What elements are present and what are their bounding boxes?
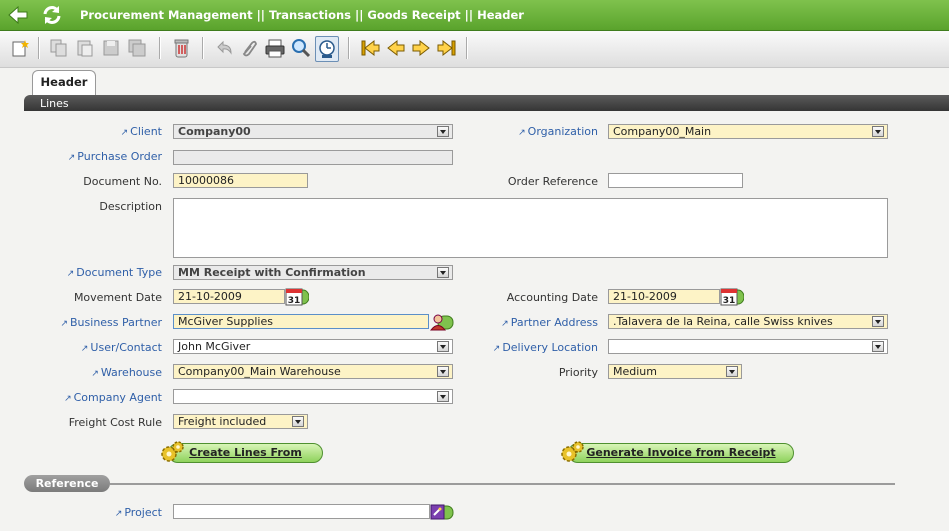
generate-invoice-label: Generate Invoice from Receipt (586, 446, 776, 459)
document-no-label: Document No. (83, 175, 162, 188)
client-label[interactable]: Client (22, 125, 162, 138)
company-agent-dropdown-icon[interactable] (437, 391, 449, 402)
section-divider (110, 483, 895, 485)
organization-label[interactable]: Organization (458, 125, 598, 138)
document-type-select[interactable]: MM Receipt with Confirmation (173, 265, 453, 280)
svg-text:31: 31 (723, 296, 736, 306)
back-arrow-icon[interactable] (6, 3, 32, 27)
generate-invoice-button[interactable]: Generate Invoice from Receipt (568, 443, 794, 463)
save-icon (100, 36, 122, 60)
movement-date-field[interactable]: 21-10-2009 (173, 289, 285, 304)
delivery-location-label[interactable]: Delivery Location (458, 341, 598, 354)
undo-icon (213, 36, 235, 60)
save-all-icon (126, 36, 148, 60)
svg-text:31: 31 (288, 296, 301, 306)
breadcrumb: Procurement Management || Transactions |… (80, 8, 524, 22)
copy-icon (48, 36, 70, 60)
freight-cost-rule-select[interactable]: Freight included (173, 414, 308, 429)
accounting-date-label: Accounting Date (506, 291, 598, 304)
next-record-icon[interactable] (410, 36, 432, 60)
warehouse-dropdown-icon[interactable] (437, 366, 449, 377)
delivery-location-select[interactable] (608, 339, 888, 354)
movement-date-label: Movement Date (73, 291, 162, 304)
previous-record-icon[interactable] (385, 36, 407, 60)
calendar-icon[interactable]: 31 (720, 287, 745, 306)
warehouse-select[interactable]: Company00_Main Warehouse (173, 364, 453, 379)
company-agent-label[interactable]: Company Agent (22, 391, 162, 404)
last-record-icon[interactable] (436, 36, 458, 60)
document-type-dropdown-icon[interactable] (437, 267, 449, 278)
delivery-location-dropdown-icon[interactable] (872, 341, 884, 352)
new-record-icon[interactable] (9, 36, 31, 60)
tab-lines[interactable]: Lines (24, 95, 949, 111)
audit-icon[interactable] (315, 36, 339, 62)
partner-address-label[interactable]: Partner Address (458, 316, 598, 329)
priority-label: Priority (558, 366, 598, 379)
document-type-label[interactable]: Document Type (22, 266, 162, 279)
project-field[interactable] (173, 504, 430, 519)
business-partner-field[interactable]: McGiver Supplies (173, 314, 429, 329)
print-icon[interactable] (264, 36, 286, 60)
user-contact-dropdown-icon[interactable] (437, 341, 449, 352)
reference-section-toggle[interactable]: Reference (24, 475, 110, 492)
priority-dropdown-icon[interactable] (726, 366, 738, 377)
business-partner-label[interactable]: Business Partner (22, 316, 162, 329)
partner-address-select[interactable]: .Talavera de la Reina, calle Swiss knive… (608, 314, 888, 329)
company-agent-select[interactable] (173, 389, 453, 404)
toolbar (0, 31, 949, 68)
freight-cost-rule-dropdown-icon[interactable] (292, 416, 304, 427)
warehouse-label[interactable]: Warehouse (22, 366, 162, 379)
document-no-field[interactable]: 10000086 (173, 173, 308, 188)
organization-dropdown-icon[interactable] (872, 126, 884, 137)
partner-address-dropdown-icon[interactable] (872, 316, 884, 327)
priority-select[interactable]: Medium (608, 364, 742, 379)
order-reference-field[interactable] (608, 173, 743, 188)
create-lines-from-label: Create Lines From (189, 446, 302, 459)
user-contact-label[interactable]: User/Contact (22, 341, 162, 354)
title-bar: Procurement Management || Transactions |… (0, 0, 949, 31)
accounting-date-field[interactable]: 21-10-2009 (608, 289, 720, 304)
purchase-order-field[interactable] (173, 150, 453, 165)
gear-icon (160, 439, 186, 465)
freight-cost-rule-label: Freight Cost Rule (68, 416, 162, 429)
create-lines-from-button[interactable]: Create Lines From (168, 443, 323, 463)
project-selector-icon[interactable] (430, 502, 454, 522)
tab-header[interactable]: Header (32, 70, 96, 96)
refresh-icon[interactable] (40, 3, 66, 27)
description-label: Description (99, 200, 162, 213)
gear-icon (560, 439, 586, 465)
search-icon[interactable] (290, 36, 312, 60)
purchase-order-label[interactable]: Purchase Order (22, 150, 162, 163)
organization-select[interactable]: Company00_Main (608, 124, 888, 139)
description-textarea[interactable] (173, 198, 888, 258)
delete-icon[interactable] (170, 36, 192, 60)
user-contact-select[interactable]: John McGiver (173, 339, 453, 354)
order-reference-label: Order Reference (507, 175, 598, 188)
tab-lines-label: Lines (40, 97, 69, 110)
attachment-icon[interactable] (238, 36, 260, 60)
client-dropdown-icon[interactable] (437, 126, 449, 137)
calendar-icon[interactable]: 31 (285, 287, 310, 306)
first-record-icon[interactable] (359, 36, 381, 60)
paste-icon (74, 36, 96, 60)
client-select[interactable]: Company00 (173, 124, 453, 139)
business-partner-selector-icon[interactable] (429, 312, 454, 332)
project-label[interactable]: Project (22, 506, 162, 519)
